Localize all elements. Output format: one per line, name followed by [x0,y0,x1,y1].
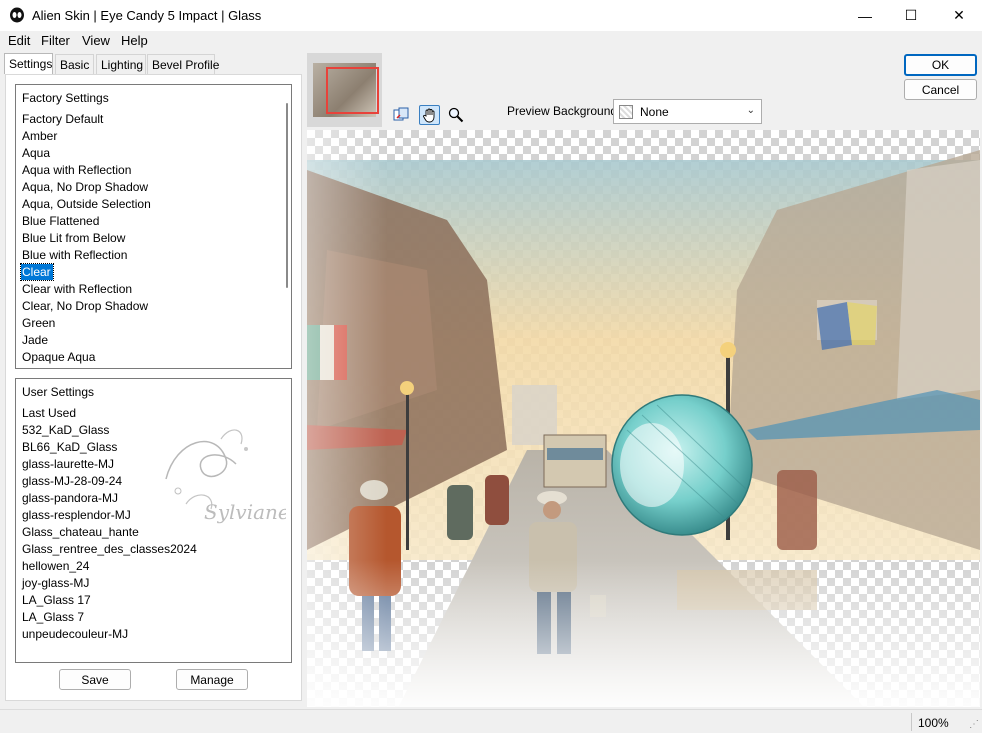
tab-settings[interactable]: Settings [4,53,53,74]
factory-list-scrollbar[interactable] [286,103,288,288]
list-item[interactable]: Aqua, No Drop Shadow [21,179,150,195]
status-bar: 100% ⋰ [0,709,982,733]
cancel-button[interactable]: Cancel [904,79,977,100]
ok-button[interactable]: OK [904,54,977,76]
street-scene-image [307,130,980,707]
preview-background-value: None [640,104,669,119]
list-item[interactable]: Jade [21,332,50,348]
title-bar: Alien Skin | Eye Candy 5 Impact | Glass … [0,0,982,31]
list-item[interactable]: LA_Glass 7 [21,609,86,625]
alien-skin-app-icon [10,7,24,23]
zoom-icon[interactable] [445,105,466,125]
list-item[interactable]: Factory Default [21,111,105,127]
list-item[interactable]: glass-pandora-MJ [21,490,120,506]
transparency-swatch-icon [619,104,633,119]
zoom-level: 100% [918,716,949,730]
list-item[interactable]: hellowen_24 [21,558,91,574]
watermark-text: Sylviane [204,500,286,524]
list-item[interactable]: glass-resplendor-MJ [21,507,133,523]
tab-bevel-profile[interactable]: Bevel Profile [147,54,219,74]
list-item-selected[interactable]: Clear [20,263,54,281]
maximize-button[interactable]: ☐ [888,0,934,31]
preview-background-select[interactable]: None ⌄ [613,99,762,124]
list-item[interactable]: Aqua with Reflection [21,162,133,178]
menu-help[interactable]: Help [121,33,148,48]
menu-bar: Edit Filter View Help [0,31,982,51]
minimize-button[interactable]: — [842,0,888,31]
hand-icon[interactable] [419,105,440,125]
list-item[interactable]: Blue Lit from Below [21,230,127,246]
list-item[interactable]: Clear with Reflection [21,281,134,297]
preview-canvas[interactable] [307,130,980,707]
user-settings-header: User Settings [22,385,95,399]
list-item[interactable]: Green [21,315,57,331]
chevron-down-icon: ⌄ [746,105,755,116]
menu-edit[interactable]: Edit [8,33,30,48]
factory-settings-list[interactable]: Factory Settings Factory Default Amber A… [15,84,292,369]
list-item[interactable]: unpeudecouleur-MJ [21,626,130,642]
list-item[interactable]: Amber [21,128,59,144]
list-item[interactable]: joy-glass-MJ [21,575,91,591]
tab-lighting[interactable]: Lighting [96,54,146,74]
list-item[interactable]: glass-MJ-28-09-24 [21,473,124,489]
list-item[interactable]: glass-laurette-MJ [21,456,116,472]
list-item[interactable]: LA_Glass 17 [21,592,93,608]
list-item[interactable]: Opaque Aqua [21,349,97,365]
list-item[interactable]: Blue Flattened [21,213,101,229]
list-item[interactable]: Aqua [21,145,52,161]
preview-background-label: Preview Background: [507,104,621,118]
sylviane-watermark-logo: Sylviane [165,429,286,524]
close-button[interactable]: ✕ [936,0,982,31]
list-item[interactable]: Clear, No Drop Shadow [21,298,150,314]
list-item[interactable]: BL66_KaD_Glass [21,439,119,455]
menu-filter[interactable]: Filter [41,33,70,48]
menu-view[interactable]: View [82,33,110,48]
user-settings-list[interactable]: User Settings Last Used 532_KaD_Glass BL… [15,378,292,663]
navigator-thumbnail[interactable] [307,53,382,127]
list-item[interactable]: Glass_chateau_hante [21,524,141,540]
resize-grip-icon[interactable]: ⋰ [969,719,979,730]
list-item[interactable]: Aqua, Outside Selection [21,196,153,212]
manage-button[interactable]: Manage [176,669,248,690]
list-item[interactable]: Glass_rentree_des_classes2024 [21,541,199,557]
settings-panel: Factory Settings Factory Default Amber A… [5,74,302,701]
compare-icon[interactable] [390,105,411,125]
list-item[interactable]: 532_KaD_Glass [21,422,111,438]
window-title: Alien Skin | Eye Candy 5 Impact | Glass [32,8,262,23]
list-item[interactable]: Blue with Reflection [21,247,129,263]
save-button[interactable]: Save [59,669,131,690]
factory-settings-header: Factory Settings [22,91,109,105]
list-item[interactable]: Last Used [21,405,78,421]
tab-basic[interactable]: Basic [55,54,94,74]
navigator-viewport-rect[interactable] [326,67,379,114]
